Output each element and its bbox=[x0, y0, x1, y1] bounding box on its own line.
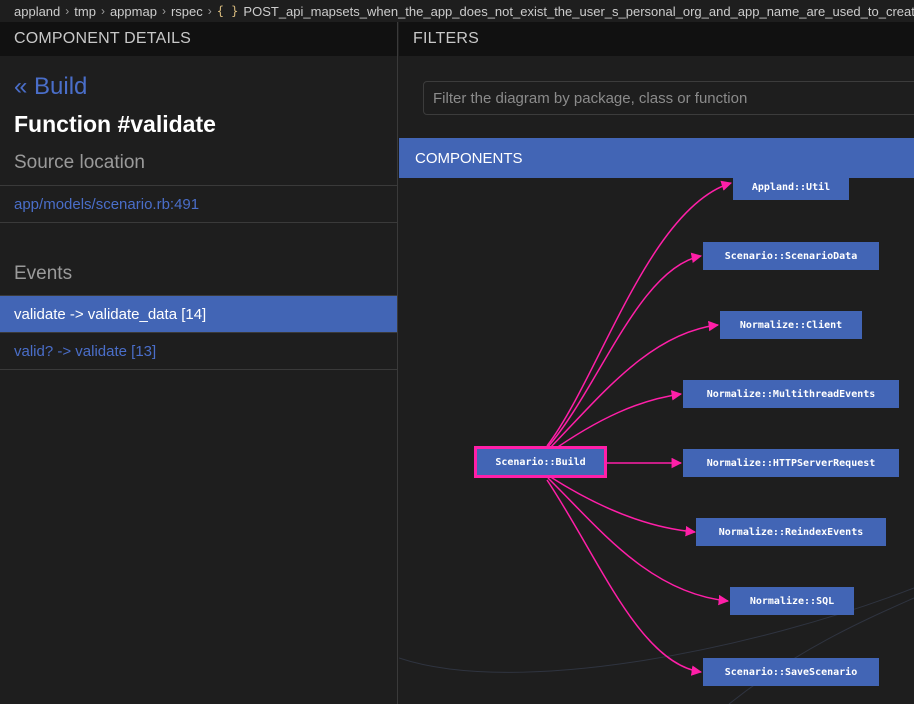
chevron-right-icon: › bbox=[207, 4, 212, 18]
filters-header: FILTERS bbox=[399, 22, 914, 56]
node-scenario-scenario-data[interactable]: Scenario::ScenarioData bbox=[703, 242, 879, 270]
breadcrumb-item-file[interactable]: POST_api_mapsets_when_the_app_does_not_e… bbox=[243, 4, 914, 19]
node-normalize-client[interactable]: Normalize::Client bbox=[720, 311, 862, 339]
components-header: COMPONENTS bbox=[399, 138, 914, 178]
component-details-panel: COMPONENT DETAILS « Build Function #vali… bbox=[0, 22, 398, 704]
back-to-build-link[interactable]: « Build bbox=[14, 73, 397, 103]
node-scenario-save-scenario[interactable]: Scenario::SaveScenario bbox=[703, 658, 879, 686]
breadcrumb-item-appland[interactable]: appland bbox=[14, 4, 60, 19]
diagram-panel: FILTERS COMPONENTS Appland::Util Scenari… bbox=[399, 22, 914, 704]
event-list: validate -> validate_data [14] valid? ->… bbox=[0, 295, 397, 370]
events-title: Events bbox=[14, 263, 73, 284]
breadcrumb-item-tmp[interactable]: tmp bbox=[74, 4, 96, 19]
chevron-right-icon: › bbox=[65, 4, 70, 18]
function-title: Function #validate bbox=[14, 111, 216, 137]
edge-reindex-events bbox=[548, 475, 697, 537]
source-location-title: Source location bbox=[14, 152, 145, 173]
breadcrumb-item-rspec[interactable]: rspec bbox=[171, 4, 203, 19]
chevron-right-icon: › bbox=[100, 4, 105, 18]
breadcrumb: appland › tmp › appmap › rspec › { } POS… bbox=[0, 0, 914, 22]
node-normalize-sql[interactable]: Normalize::SQL bbox=[730, 587, 854, 615]
breadcrumb-item-appmap[interactable]: appmap bbox=[110, 4, 157, 19]
node-scenario-build-focused[interactable]: Scenario::Build bbox=[474, 446, 607, 478]
filter-input[interactable] bbox=[423, 81, 914, 115]
edge-save-scenario bbox=[546, 479, 703, 676]
event-item-valid-validate[interactable]: valid? -> validate [13] bbox=[0, 333, 397, 370]
edge-scenario-data bbox=[546, 252, 703, 449]
node-normalize-multithread-events[interactable]: Normalize::MultithreadEvents bbox=[683, 380, 899, 408]
node-appland-util[interactable]: Appland::Util bbox=[733, 178, 849, 200]
json-file-icon: { } bbox=[216, 4, 239, 18]
edge-multithread-events bbox=[548, 390, 683, 454]
event-item-validate-data[interactable]: validate -> validate_data [14] bbox=[0, 296, 397, 333]
source-location-link[interactable]: app/models/scenario.rb:491 bbox=[0, 185, 397, 223]
chevron-right-icon: › bbox=[161, 4, 166, 18]
component-details-header: COMPONENT DETAILS bbox=[0, 22, 397, 56]
node-normalize-http-server-request[interactable]: Normalize::HTTPServerRequest bbox=[683, 449, 899, 477]
component-diagram[interactable]: Appland::Util Scenario::ScenarioData Nor… bbox=[399, 178, 914, 704]
node-normalize-reindex-events[interactable]: Normalize::ReindexEvents bbox=[696, 518, 886, 546]
filter-area bbox=[399, 56, 914, 138]
